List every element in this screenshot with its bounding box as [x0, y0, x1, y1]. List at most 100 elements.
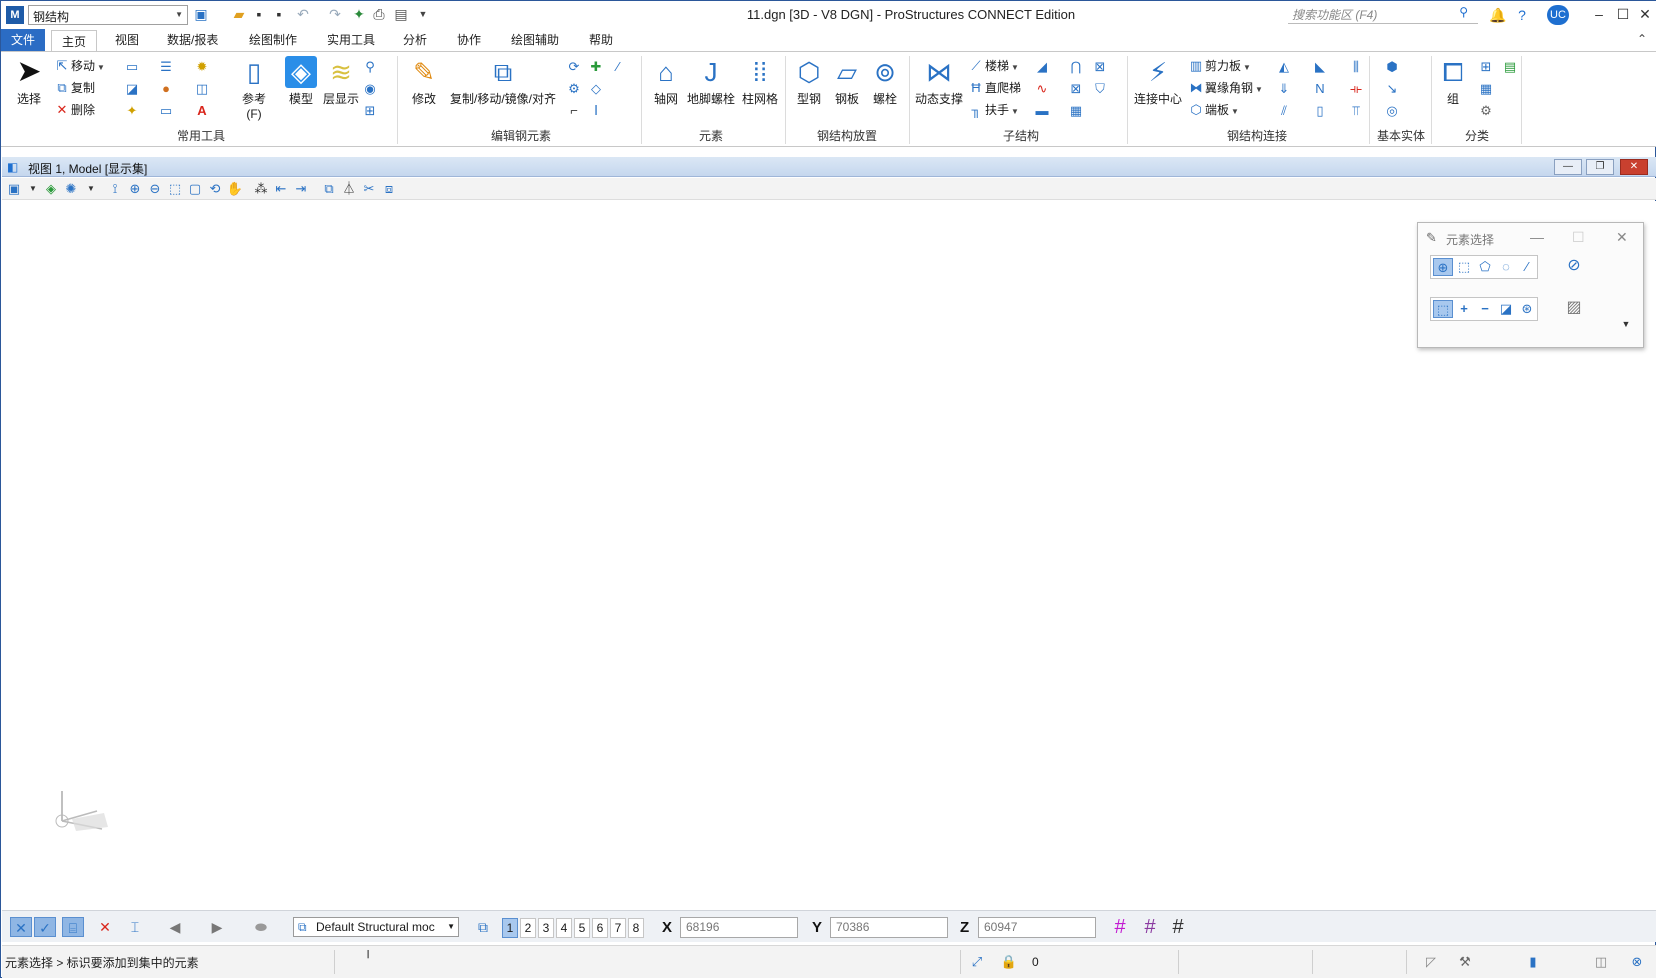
notifications-icon[interactable]: 🔔	[1487, 5, 1509, 25]
model-map-icon[interactable]: ⬬	[250, 917, 272, 937]
tab-file[interactable]: 文件	[1, 29, 46, 51]
display-style-icon[interactable]: ◈	[42, 181, 60, 197]
select-button[interactable]: ➤ 选择	[11, 56, 47, 107]
workspace-icon[interactable]: ▣	[193, 6, 209, 22]
cut-icon[interactable]: ⟛	[1347, 80, 1365, 98]
connection-center-button[interactable]: ⚡ 连接中心	[1131, 56, 1185, 107]
end-plate-button[interactable]: ⬡ 端板 ▼	[1187, 100, 1239, 120]
anchor-bolt-button[interactable]: J 地脚螺栓	[685, 56, 737, 107]
clip-mask-icon[interactable]: ✂	[360, 181, 378, 197]
model-view-canvas[interactable]	[2, 201, 1656, 910]
modify-button[interactable]: ✎ 修改	[405, 56, 443, 107]
flange-angle-button[interactable]: ⧓ 翼缘角钢 ▼	[1187, 78, 1263, 98]
individual-select-icon[interactable]: ⊕	[1433, 258, 1453, 276]
measure-icon[interactable]: ◪	[123, 80, 141, 98]
view-3-button[interactable]: 3	[538, 918, 554, 938]
classify-icon[interactable]: ⊞	[1477, 58, 1495, 76]
tab-utilities[interactable]: 实用工具	[317, 29, 385, 51]
view-4-button[interactable]: 4	[556, 918, 572, 938]
properties-icon[interactable]: ◉	[361, 80, 379, 98]
zoom-out-icon[interactable]: ⊖	[146, 181, 164, 197]
clear-selection-icon[interactable]: ⊘	[1564, 257, 1584, 275]
print-status-icon[interactable]: ◫	[1592, 953, 1610, 971]
gusset-icon[interactable]: ◭	[1275, 58, 1293, 76]
model-button[interactable]: ◈ 模型	[283, 56, 319, 107]
z-coordinate-field[interactable]: 60947	[978, 917, 1096, 938]
attach-icon[interactable]: ◫	[193, 80, 211, 98]
y-coordinate-field[interactable]: 70386	[830, 917, 948, 938]
tab-help[interactable]: 帮助	[579, 29, 623, 51]
bolt-button[interactable]: ⊚ 螺栓	[867, 56, 903, 107]
text-icon[interactable]: A	[193, 102, 211, 120]
select-all-icon[interactable]: ⊛	[1517, 300, 1537, 318]
tab-drawing-aids[interactable]: 绘图辅助	[501, 29, 569, 51]
print-icon[interactable]: ⎙	[371, 6, 387, 22]
tab-data-reports[interactable]: 数据/报表	[157, 29, 228, 51]
truss-icon[interactable]: ⊠	[1067, 80, 1085, 98]
minimize-button[interactable]: –	[1587, 3, 1611, 25]
maximize-button[interactable]: ☐	[1611, 3, 1635, 25]
level-display-button[interactable]: ≋ 层显示	[321, 56, 361, 107]
dialog-maximize-button[interactable]: ☐	[1572, 229, 1585, 246]
arrow-icon[interactable]: ↘	[1383, 80, 1401, 98]
plate-button[interactable]: ▱ 钢板	[829, 56, 865, 107]
grid-button[interactable]: ⌂ 轴网	[649, 56, 683, 107]
plane-icon[interactable]: ◇	[587, 80, 605, 98]
grating-icon[interactable]: ▦	[1067, 102, 1085, 120]
ribbon-search-input[interactable]: 搜索功能区 (F4) ⚲	[1288, 4, 1478, 24]
pin-icon[interactable]: ✦	[351, 6, 367, 22]
tab-analysis[interactable]: 分析	[393, 29, 437, 51]
clip-volume-icon[interactable]: ⏃	[340, 181, 358, 197]
print-preview-icon[interactable]: ▤	[393, 6, 409, 22]
view-restore-button[interactable]: ❐	[1586, 159, 1614, 175]
x-coordinate-field[interactable]: 68196	[680, 917, 798, 938]
view-8-button[interactable]: 8	[628, 918, 644, 938]
trim-icon[interactable]: ⁄	[609, 58, 627, 76]
grid-settings-icon[interactable]: #	[1166, 916, 1190, 938]
settings-icon[interactable]: ⚙	[1477, 102, 1495, 120]
open-folder-icon[interactable]: ▰	[231, 6, 247, 22]
dialog-close-button[interactable]: ✕	[1616, 229, 1628, 246]
add-selection-icon[interactable]: +	[1454, 300, 1474, 318]
shield-icon[interactable]: ⛉	[1091, 80, 1109, 98]
dynamic-brace-button[interactable]: ⋈ 动态支撑	[913, 56, 965, 107]
grid-display-icon[interactable]: #	[1108, 916, 1132, 938]
view-7-button[interactable]: 7	[610, 918, 626, 938]
arch-icon[interactable]: ⋂	[1067, 58, 1085, 76]
lock-icon[interactable]: 🔒	[1000, 953, 1018, 971]
chevron-down-icon[interactable]: ▼	[82, 181, 100, 197]
stiffener-icon[interactable]: ▯	[1311, 102, 1329, 120]
save-settings-icon[interactable]: ▪	[271, 6, 287, 22]
select-cursor-icon[interactable]: ▨	[1564, 299, 1584, 317]
list-icon[interactable]: ▤	[1501, 58, 1519, 76]
window-area-icon[interactable]: ⬚	[166, 181, 184, 197]
group-button[interactable]: ⧠ 组	[1435, 56, 1471, 107]
shape-select-icon[interactable]: ⬠	[1475, 258, 1495, 276]
add-element-icon[interactable]: ✚	[587, 58, 605, 76]
handrail-button[interactable]: ╖ 扶手 ▼	[967, 100, 1019, 120]
view-2-button[interactable]: 2	[520, 918, 536, 938]
frame-icon[interactable]: ⊠	[1091, 58, 1109, 76]
rotate-icon[interactable]: ⟳	[565, 58, 583, 76]
back-icon[interactable]: ◀	[164, 917, 186, 937]
circle-select-icon[interactable]: ◌	[1496, 258, 1516, 276]
column-grid-button[interactable]: ⁞⁞ 柱网格	[739, 56, 781, 107]
view-minimize-button[interactable]: —	[1554, 159, 1582, 175]
base-plate-icon[interactable]: ⫪	[1347, 102, 1365, 120]
undo-icon[interactable]: ↶	[295, 6, 311, 22]
dialog-minimize-button[interactable]: —	[1530, 229, 1544, 245]
view-groups-icon[interactable]: ⧉	[472, 917, 494, 937]
design-history-icon[interactable]: ◸	[1422, 953, 1440, 971]
view-5-button[interactable]: 5	[574, 918, 590, 938]
haunch-icon[interactable]: ◣	[1311, 58, 1329, 76]
new-selection-icon[interactable]: ⬚	[1433, 300, 1453, 318]
tooltip-icon[interactable]: ⌸	[62, 917, 84, 937]
shape-button[interactable]: ⬡ 型钢	[791, 56, 827, 107]
copy-button[interactable]: ⧉ 复制	[53, 78, 95, 98]
delete-button[interactable]: ✕ 删除	[53, 100, 95, 120]
chevron-down-icon[interactable]: ▼	[24, 181, 42, 197]
view-next-icon[interactable]: ⇥	[292, 181, 310, 197]
save-icon[interactable]: ▪	[251, 6, 267, 22]
shear-plate-button[interactable]: ▥ 剪力板 ▼	[1187, 56, 1251, 76]
tab-collaborate[interactable]: 协作	[447, 29, 491, 51]
